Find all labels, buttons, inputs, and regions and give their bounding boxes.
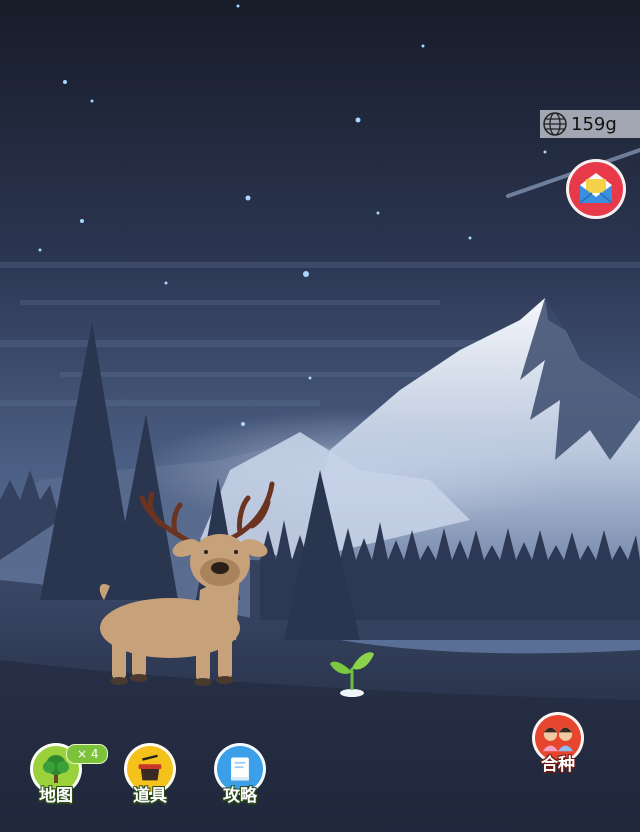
coplant-button[interactable]: 合种	[528, 712, 588, 775]
mail-button[interactable]	[566, 159, 626, 219]
map-label: 地图	[39, 786, 73, 806]
energy-value: 159g	[571, 113, 617, 135]
game-scene: 159g 地图 × 4 道具 攻略 合种	[0, 0, 640, 832]
props-label: 道具	[133, 786, 167, 806]
envelope-icon	[579, 173, 613, 204]
guide-label: 攻略	[223, 786, 257, 806]
coplant-label: 合种	[541, 755, 575, 775]
map-count-badge: × 4	[66, 744, 108, 764]
guide-button[interactable]: 攻略	[210, 743, 270, 806]
props-button[interactable]: 道具	[120, 743, 180, 806]
energy-badge[interactable]: 159g	[540, 110, 640, 138]
globe-icon	[543, 112, 567, 136]
